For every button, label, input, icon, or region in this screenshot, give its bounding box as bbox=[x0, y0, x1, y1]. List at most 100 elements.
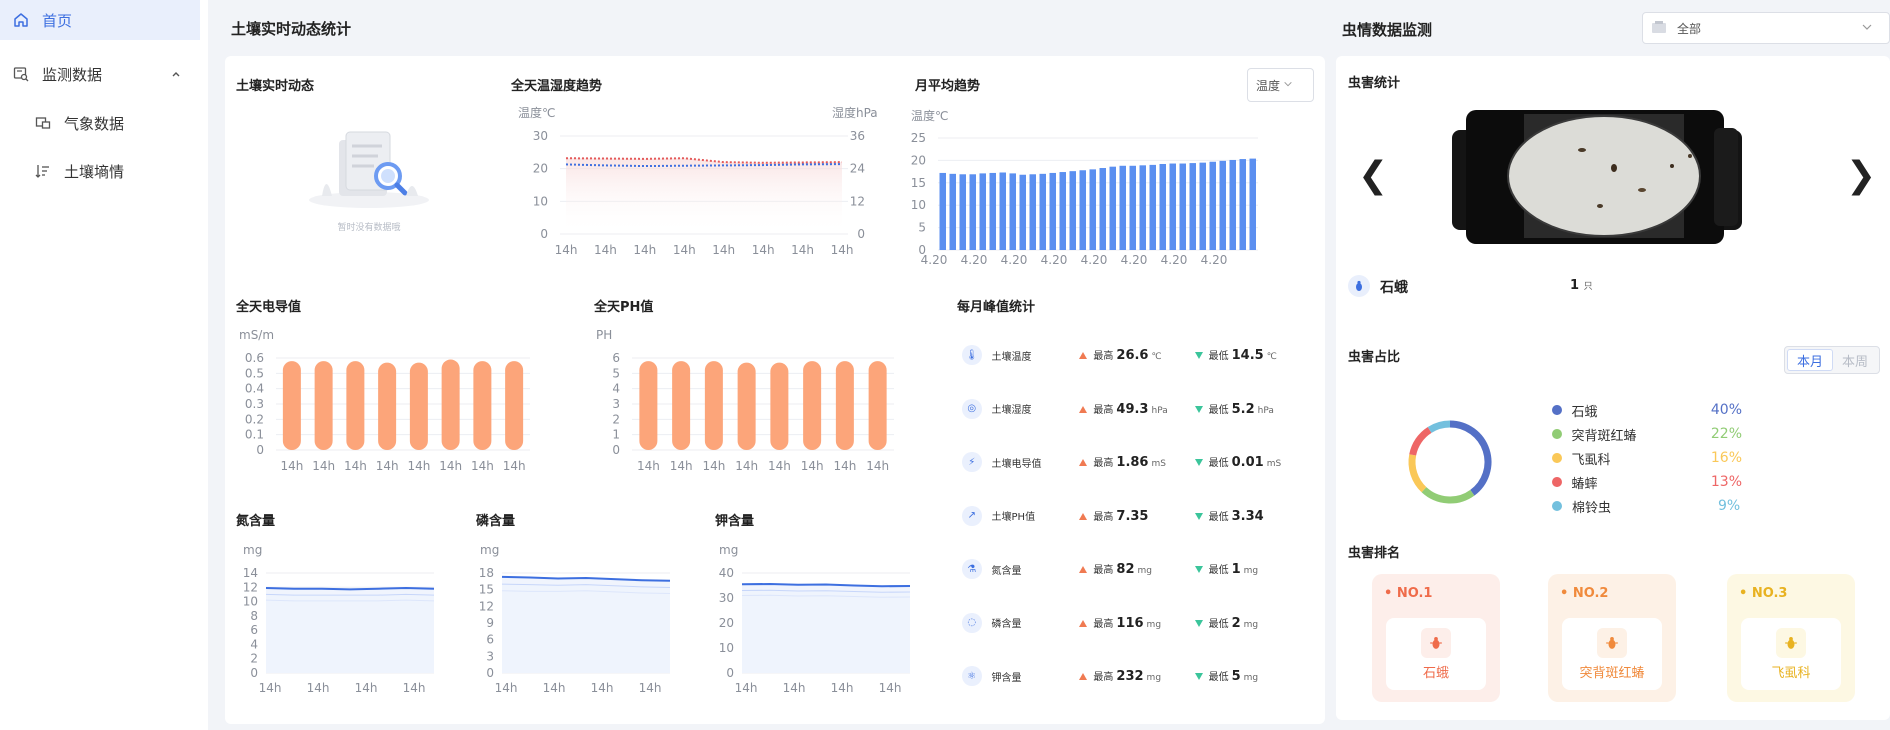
legend-item[interactable]: 突背斑红蝽 22% bbox=[1552, 424, 1742, 444]
toggle-this-month[interactable]: 本月 bbox=[1787, 349, 1833, 371]
peak-metric-name: 氮含量 bbox=[991, 565, 1022, 577]
prev-arrow-icon[interactable]: ❮ bbox=[1358, 158, 1388, 194]
sidebar-item-home[interactable]: 首页 bbox=[0, 0, 200, 40]
x-tick-label: 14h bbox=[355, 681, 378, 695]
peak-hi-label: 最高 bbox=[1093, 672, 1114, 683]
peak-lo-value: 0.01 bbox=[1231, 455, 1264, 470]
legend-item[interactable]: 蝽蟀 13% bbox=[1552, 472, 1742, 492]
bar bbox=[639, 361, 658, 450]
toggle-this-week[interactable]: 本周 bbox=[1833, 349, 1877, 371]
legend-label: 突背斑红蝽 bbox=[1571, 428, 1637, 444]
next-arrow-icon[interactable]: ❯ bbox=[1846, 158, 1876, 194]
sidebar-item-monitoring[interactable]: 监测数据 bbox=[0, 54, 200, 94]
n-title: 氮含量 bbox=[236, 514, 276, 529]
legend-label: 蝽蟀 bbox=[1571, 476, 1598, 492]
y-tick-label: 10 bbox=[533, 194, 548, 208]
peak-row: ◎ 土壤湿度 最高 49.3 hPa 最低 5.2 hPa bbox=[962, 395, 1302, 423]
y-tick-label: 0.1 bbox=[245, 428, 264, 442]
y-tick-label: 40 bbox=[719, 566, 734, 580]
bar bbox=[1159, 163, 1166, 250]
monthly-title: 月平均趋势 bbox=[915, 79, 981, 94]
peak-lo-unit: mg bbox=[1243, 619, 1259, 630]
down-arrow-icon bbox=[1194, 566, 1203, 573]
x-tick-label: 14h bbox=[594, 243, 617, 257]
x-tick-label: 14h bbox=[280, 459, 303, 473]
peak-hi-value: 1.86 bbox=[1116, 455, 1149, 470]
y-tick-label: 10 bbox=[243, 595, 258, 609]
bar bbox=[672, 361, 691, 450]
x-tick-label: 14h bbox=[735, 459, 758, 473]
legend-item[interactable]: 飞虱科 16% bbox=[1552, 448, 1742, 468]
bar bbox=[282, 361, 301, 450]
up-arrow-icon bbox=[1079, 352, 1088, 359]
peak-row: ↗ 土壤PH值 最高 7.35 最低 3.34 bbox=[962, 502, 1302, 530]
legend-percent: 40% bbox=[1710, 402, 1742, 418]
peak-hi-value: 82 bbox=[1116, 562, 1135, 577]
pie-slice bbox=[1421, 487, 1475, 504]
peak-hi-unit: mS bbox=[1151, 459, 1166, 469]
sidebar-item-soil-moisture[interactable]: 土壤墒情 bbox=[0, 151, 200, 191]
y-tick-label: 3 bbox=[486, 649, 494, 663]
peak-lo-value: 14.5 bbox=[1231, 348, 1264, 363]
x-tick-label: 14h bbox=[439, 459, 462, 473]
rank-number: • NO.3 bbox=[1739, 586, 1788, 601]
bar bbox=[505, 361, 524, 450]
ph-title: 全天PH值 bbox=[594, 300, 654, 315]
p-axis-label: mg bbox=[480, 543, 500, 557]
rank-card[interactable]: • NO.1 石蛾 bbox=[1372, 574, 1500, 702]
x-tick-label: 4.20 bbox=[1001, 253, 1028, 267]
bar bbox=[959, 174, 966, 250]
legend-percent: 22% bbox=[1710, 426, 1742, 442]
bug-icon bbox=[1776, 628, 1806, 658]
legend-label: 棉铃虫 bbox=[1572, 500, 1612, 516]
legend-item[interactable]: 石蛾 40% bbox=[1552, 400, 1742, 420]
pie-slice bbox=[1409, 426, 1432, 456]
k-chart: 0 10 20 30 40 14h 14h 14h 14h bbox=[719, 566, 911, 695]
rank-card[interactable]: • NO.3 飞虱科 bbox=[1727, 574, 1855, 702]
bar bbox=[1219, 160, 1226, 250]
peak-lo-label: 最低 bbox=[1208, 351, 1229, 362]
peak-metric-name: 土壤湿度 bbox=[991, 405, 1032, 416]
drop-icon: ◌ bbox=[962, 612, 982, 633]
bar bbox=[1039, 173, 1046, 250]
y2-tick-label: 12 bbox=[850, 194, 865, 208]
y-tick-label: 0.6 bbox=[245, 351, 264, 365]
peak-hi-value: 116 bbox=[1116, 615, 1144, 631]
up-arrow-icon bbox=[1079, 566, 1088, 573]
y-tick-label: 12 bbox=[243, 580, 258, 594]
n-chart: 02468101214 14h 14h 14h 14h bbox=[243, 566, 435, 695]
rank-inner: 飞虱科 bbox=[1741, 618, 1841, 690]
x-tick-label: 14h bbox=[791, 243, 814, 257]
monthly-metric-select[interactable]: 温度 bbox=[1247, 68, 1314, 102]
legend-label: 石蛾 bbox=[1571, 404, 1598, 420]
bar bbox=[1209, 161, 1216, 250]
y-tick-label: 0.4 bbox=[245, 382, 264, 396]
pest-device-select[interactable]: 全部 bbox=[1642, 12, 1890, 44]
peak-lo-label: 最低 bbox=[1208, 511, 1229, 523]
bar bbox=[770, 362, 789, 450]
up-arrow-icon bbox=[1079, 512, 1088, 520]
bar bbox=[1189, 163, 1196, 250]
pie-slice bbox=[1408, 454, 1427, 493]
flask-icon: ⚗ bbox=[962, 559, 982, 579]
k-axis-label: mg bbox=[719, 543, 739, 557]
legend-dot bbox=[1552, 405, 1562, 415]
ec-title: 全天电导值 bbox=[236, 300, 302, 315]
pest-count-unit: 只 bbox=[1583, 282, 1593, 292]
y-tick-label: 5 bbox=[918, 221, 926, 235]
y-tick-label: 30 bbox=[719, 591, 734, 605]
y-tick-label: 8 bbox=[250, 609, 258, 623]
y-tick-label: 0 bbox=[726, 666, 734, 680]
sidebar-item-label: 气象数据 bbox=[64, 114, 125, 133]
y-tick-label: 0.5 bbox=[245, 366, 264, 380]
peak-metric-name: 钾含量 bbox=[991, 672, 1022, 684]
rank-card[interactable]: • NO.2 突背斑红蝽 bbox=[1548, 574, 1676, 702]
y-tick-label: 4 bbox=[250, 637, 258, 651]
legend-item[interactable]: 棉铃虫 9% bbox=[1552, 496, 1742, 516]
x-tick-label: 4.20 bbox=[921, 253, 948, 267]
sidebar-item-weather[interactable]: 气象数据 bbox=[0, 103, 200, 143]
pest-trap-image[interactable] bbox=[1452, 110, 1774, 244]
period-toggle[interactable]: 本月 本周 bbox=[1784, 346, 1880, 374]
y-tick-label: 0.3 bbox=[245, 397, 264, 411]
y-tick-label: 15 bbox=[479, 583, 494, 597]
